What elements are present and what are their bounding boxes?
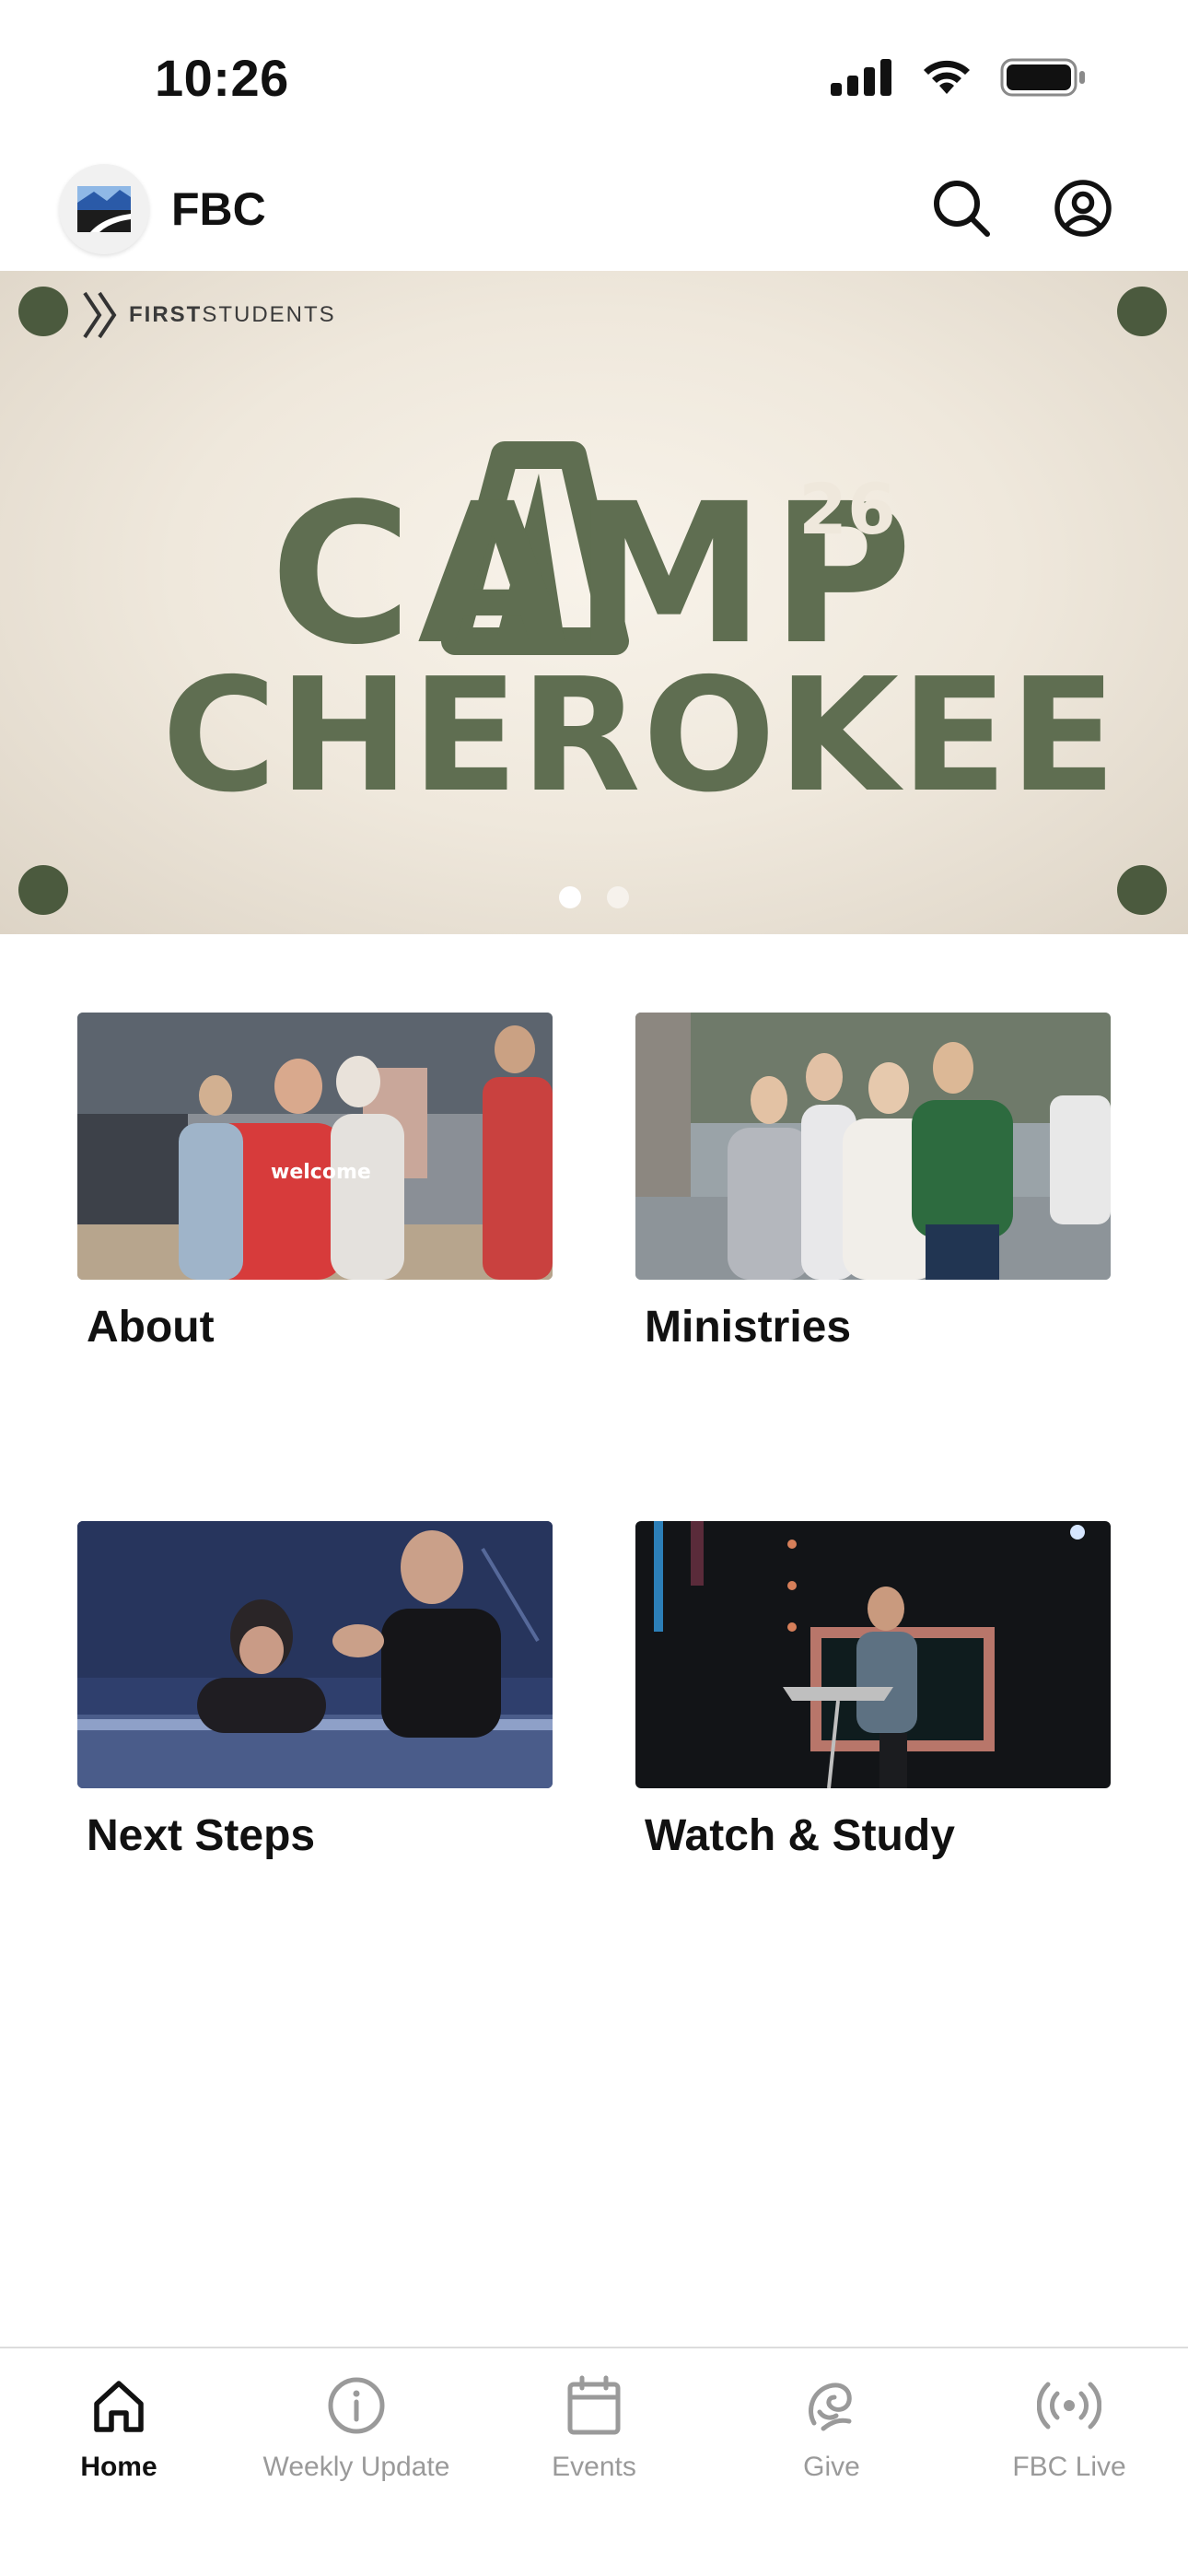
tile-watch-study[interactable]: Watch & Study xyxy=(635,1521,1111,1861)
bottom-tab-bar: Home Weekly Update Events Give FBC Live xyxy=(0,2347,1188,2576)
tab-label: Events xyxy=(552,2452,636,2482)
tab-label: Home xyxy=(80,2452,157,2482)
tile-label: Next Steps xyxy=(87,1811,316,1860)
carousel-dot-active[interactable] xyxy=(559,886,581,908)
hero-carousel[interactable]: CAMP 26 CHEROKEE FIRSTSTUDENTS xyxy=(0,271,1188,934)
double-chevron-icon xyxy=(83,291,117,339)
home-icon xyxy=(94,2381,144,2432)
status-icons xyxy=(831,57,1087,98)
info-icon xyxy=(328,2377,385,2434)
next-steps-photo xyxy=(77,1521,553,1788)
tab-give[interactable]: Give xyxy=(713,2369,950,2483)
tab-label: Give xyxy=(803,2452,860,2482)
camp-year: 26 xyxy=(798,468,896,550)
tile-label: About xyxy=(87,1303,215,1352)
calendar-icon xyxy=(567,2375,621,2435)
watch-study-photo xyxy=(635,1521,1111,1788)
app-header: FBC xyxy=(0,157,1188,271)
corner-pin xyxy=(18,287,68,336)
broadcast-icon xyxy=(1037,2382,1101,2430)
tile-label: Ministries xyxy=(645,1303,852,1352)
tab-events[interactable]: Events xyxy=(475,2369,713,2483)
search-button[interactable] xyxy=(925,171,998,245)
corner-pin xyxy=(1117,287,1167,336)
ministries-photo xyxy=(635,1013,1111,1280)
camp-cherokee-artwork: CAMP 26 CHEROKEE xyxy=(18,287,1167,915)
brand-text: FIRSTSTUDENTS xyxy=(129,302,336,327)
tile-label: Watch & Study xyxy=(645,1811,955,1860)
tile-next-steps[interactable]: Next Steps xyxy=(77,1521,553,1861)
cellular-signal-icon xyxy=(831,59,891,96)
tab-label: FBC Live xyxy=(1012,2452,1126,2482)
app-title: FBC xyxy=(171,183,266,235)
search-icon xyxy=(934,181,990,237)
tab-weekly-update[interactable]: Weekly Update xyxy=(238,2369,475,2483)
battery-icon xyxy=(1000,58,1085,97)
tab-fbc-live[interactable]: FBC Live xyxy=(950,2369,1188,2483)
first-students-brand: FIRSTSTUDENTS xyxy=(81,289,336,341)
tab-label: Weekly Update xyxy=(262,2452,450,2482)
carousel-pagination xyxy=(0,886,1188,908)
status-time: 10:26 xyxy=(155,49,289,107)
svg-text:welcome: welcome xyxy=(271,1161,371,1184)
logo-mark-icon xyxy=(77,186,131,232)
tile-about[interactable]: welcome About xyxy=(77,1013,553,1352)
church-logo[interactable] xyxy=(59,164,149,254)
about-photo: welcome xyxy=(77,1013,553,1280)
status-bar: 10:26 xyxy=(0,0,1188,157)
give-icon xyxy=(809,2383,852,2431)
headline-line2: CHEROKEE xyxy=(162,645,1119,827)
account-icon xyxy=(1054,180,1112,237)
wifi-icon xyxy=(924,60,970,94)
tab-home[interactable]: Home xyxy=(0,2369,238,2483)
tile-ministries[interactable]: Ministries xyxy=(635,1013,1111,1352)
profile-button[interactable] xyxy=(1046,171,1120,245)
carousel-dot[interactable] xyxy=(607,886,629,908)
